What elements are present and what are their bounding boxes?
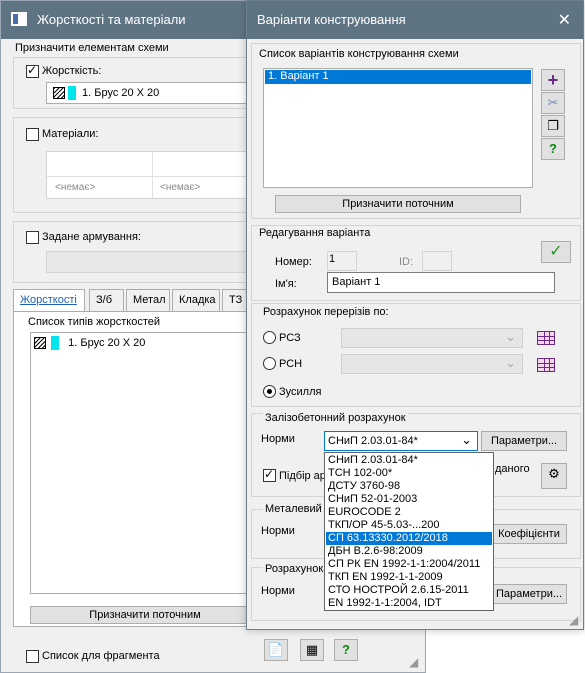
radio-forces-label: Зусилля xyxy=(279,386,322,398)
copy-icon[interactable]: ❐ xyxy=(541,115,565,137)
color-marker xyxy=(51,336,60,350)
apply-check-icon[interactable]: ✓ xyxy=(541,241,571,263)
cut-icon[interactable]: ✂ xyxy=(541,92,565,114)
id-label: ID: xyxy=(399,256,414,268)
dropdown-option[interactable]: ТКП/ОР 45-5.03-...200 xyxy=(326,519,492,532)
list-item-label: 1. Брус 20 Х 20 xyxy=(68,337,146,349)
edit-group-title: Редагування варіанта xyxy=(259,227,371,239)
help-icon[interactable]: ? xyxy=(334,639,358,661)
list-item[interactable]: 1. Брус 20 Х 20 xyxy=(34,336,145,350)
name-label: Ім'я: xyxy=(275,278,297,290)
sections-group-title: Розрахунок перерізів по: xyxy=(263,306,389,318)
front-window-title: Варіанти конструювання xyxy=(257,12,406,27)
number-label: Номер: xyxy=(275,256,312,268)
calc-norms-label: Норми xyxy=(261,585,295,597)
selection-checkbox[interactable] xyxy=(263,467,276,482)
radio-rsn-label: РСН xyxy=(279,358,303,370)
selection-suffix: даного xyxy=(495,463,530,475)
stiffness-checkbox[interactable] xyxy=(26,63,39,78)
number-field: 1 xyxy=(327,251,357,271)
color-marker xyxy=(68,86,76,100)
dropdown-option[interactable]: ДБН В.2.6-98:2009 xyxy=(326,545,492,558)
fragment-checkbox[interactable] xyxy=(26,650,39,663)
hatch-icon xyxy=(34,337,46,349)
selection-label: Підбір ар xyxy=(279,470,326,482)
back-window-title: Жорсткості та матеріали xyxy=(37,12,186,27)
norms-combo[interactable]: СНиП 2.03.01-84* ⌄ xyxy=(324,431,478,451)
dropdown-option[interactable]: СНиП 2.03.01-84* xyxy=(326,454,492,467)
stiffness-list[interactable]: 1. Брус 20 Х 20 xyxy=(30,332,260,594)
tab-metal[interactable]: Метал xyxy=(126,289,170,311)
norms-dropdown-list[interactable]: СНиП 2.03.01-84* ТСН 102-00* ДСТУ 3760-9… xyxy=(324,452,494,611)
materials-checkbox[interactable] xyxy=(26,128,39,141)
tab-stiffness[interactable]: Жорсткості xyxy=(13,289,85,312)
dropdown-option[interactable]: ТКП EN 1992-1-1-2009 xyxy=(326,571,492,584)
close-icon[interactable]: ✕ xyxy=(558,10,571,30)
radio-rsz-label: РСЗ xyxy=(279,332,301,344)
radio-forces[interactable] xyxy=(263,385,276,398)
dropdown-option[interactable]: СП РК EN 1992-1-1:2004/2011 xyxy=(326,558,492,571)
materials-none-2: <немає> xyxy=(160,182,201,193)
dropdown-option[interactable]: ТСН 102-00* xyxy=(326,467,492,480)
fragment-checkbox-label: Список для фрагмента xyxy=(42,650,160,662)
radio-rsn[interactable] xyxy=(263,357,276,370)
add-variant-icon[interactable]: + xyxy=(541,69,565,91)
copy-icon[interactable]: 📄 xyxy=(264,639,288,661)
tab-masonry[interactable]: Кладка xyxy=(172,289,220,311)
stiffness-field[interactable]: 1. Брус 20 Х 20 xyxy=(46,82,256,104)
dropdown-option[interactable]: EN 1992-1-1:2004, IDT xyxy=(326,597,492,610)
metal-norms-label: Норми xyxy=(261,525,295,537)
variants-list[interactable]: 1. Варіант 1 xyxy=(263,68,533,188)
materials-table[interactable]: <немає> <немає> xyxy=(46,151,256,199)
coefficients-button[interactable]: Коефіцієнти xyxy=(491,524,567,544)
id-field xyxy=(422,251,452,271)
calc-group-title: Розрахунок xyxy=(263,563,326,575)
rsn-combo xyxy=(341,354,523,374)
dropdown-option[interactable]: EUROCODE 2 xyxy=(326,506,492,519)
params-button-2[interactable]: Параметри... xyxy=(491,584,567,604)
norms-label: Норми xyxy=(261,433,295,445)
dropdown-option[interactable]: СТО НОСТРОЙ 2.6.15-2011 xyxy=(326,584,492,597)
name-input[interactable]: Варіант 1 xyxy=(327,272,555,293)
assign-current-button-back[interactable]: Призначити поточним xyxy=(30,606,260,624)
assign-current-button[interactable]: Призначити поточним xyxy=(275,195,521,213)
app-icon xyxy=(11,12,27,26)
stiffness-value: 1. Брус 20 Х 20 xyxy=(82,87,160,99)
materials-label: Матеріали: xyxy=(42,128,99,140)
help-icon[interactable]: ? xyxy=(541,138,565,160)
table-icon[interactable] xyxy=(537,358,555,372)
reinforcement-checkbox[interactable] xyxy=(26,231,39,244)
settings-icon[interactable]: ⚙ xyxy=(541,463,567,489)
reinforcement-label: Задане армування: xyxy=(42,231,141,243)
table-edit-icon[interactable]: ▦ xyxy=(300,639,324,661)
dropdown-option[interactable]: СНиП 52-01-2003 xyxy=(326,493,492,506)
dropdown-option-selected[interactable]: СП 63.13330.2012/2018 xyxy=(326,532,492,545)
rc-group-title: Залізобетонний розрахунок xyxy=(263,412,408,424)
chevron-down-icon: ⌄ xyxy=(461,432,472,447)
front-window-titlebar[interactable]: Варіанти конструювання ✕ xyxy=(247,1,583,39)
stiffness-list-title: Список типів жорсткостей xyxy=(28,316,160,328)
rsz-combo xyxy=(341,328,523,348)
reinforcement-field xyxy=(46,251,256,273)
radio-rsz[interactable] xyxy=(263,331,276,344)
resize-grip-icon[interactable]: ◢ xyxy=(409,655,418,669)
table-icon[interactable] xyxy=(537,331,555,345)
list-item[interactable]: 1. Варіант 1 xyxy=(265,70,531,84)
materials-none-1: <немає> xyxy=(55,182,96,193)
metal-group-title: Металевий xyxy=(263,503,324,515)
tab-rc[interactable]: З/б xyxy=(89,289,124,311)
params-button[interactable]: Параметри... xyxy=(481,431,567,451)
stiffness-label: Жорсткість: xyxy=(42,65,102,77)
resize-grip-icon[interactable]: ◢ xyxy=(569,613,578,627)
hatch-icon xyxy=(53,87,65,99)
dropdown-option[interactable]: ДСТУ 3760-98 xyxy=(326,480,492,493)
variants-group-title: Список варіантів конструювання схеми xyxy=(259,48,459,60)
assign-group-title: Призначити елементам схеми xyxy=(15,42,169,54)
